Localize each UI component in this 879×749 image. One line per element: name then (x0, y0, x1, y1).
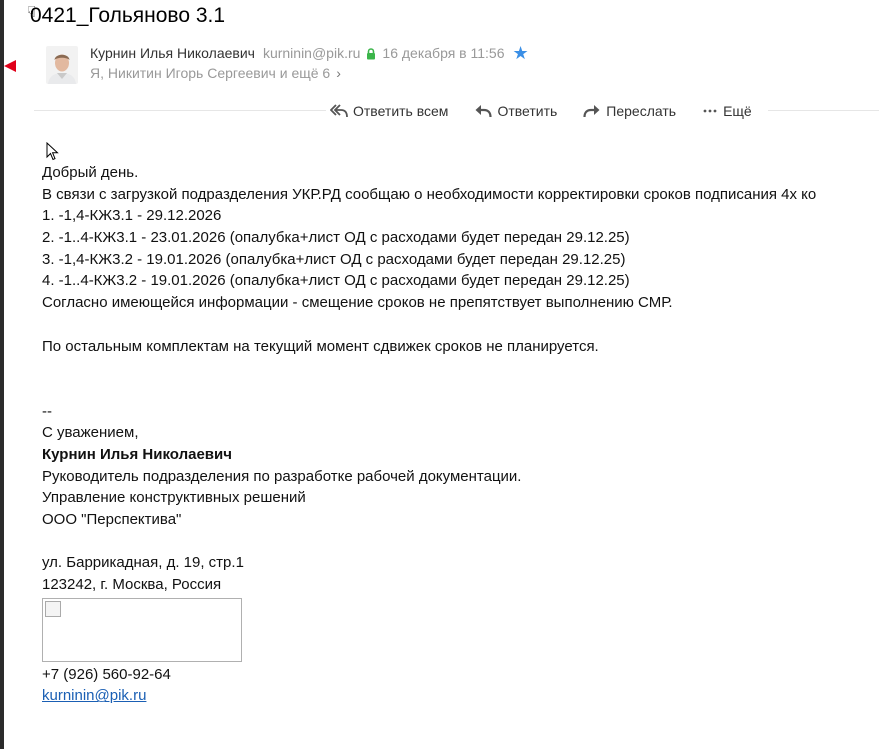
more-icon (703, 109, 717, 113)
list-item: 3. -1,4-КЖ3.2 - 19.01.2026 (опалубка+лис… (42, 250, 626, 268)
reply-all-button[interactable]: Ответить всем (330, 103, 448, 119)
list-item: 4. -1..4-КЖ3.2 - 19.01.2026 (опалубка+ли… (42, 272, 630, 290)
lock-icon (366, 47, 376, 60)
greeting-text: Добрый день. (42, 164, 139, 181)
signature-company: ООО "Перспектива" (42, 511, 182, 528)
reply-button[interactable]: Ответить (474, 103, 557, 119)
signature-regards: С уважением, (42, 424, 139, 442)
avatar[interactable] (46, 46, 78, 84)
reply-label: Ответить (497, 103, 558, 119)
signature-email-link[interactable]: kurninin@pik.ru (42, 687, 146, 704)
forward-button[interactable]: Переслать (583, 103, 676, 119)
important-flag-icon[interactable] (4, 60, 16, 72)
sender-name[interactable]: Курнин Илья Николаевич (90, 45, 255, 61)
signature-separator: -- (42, 402, 52, 420)
message-body: Добрый день. В связи с загрузкой подразд… (42, 162, 816, 707)
more-label: Ещё (723, 103, 752, 119)
message-subject: 0421_Гольяново 3.1 (30, 4, 226, 27)
signature-department: Управление конструктивных решений (42, 489, 306, 507)
signature-phone: +7 (926) 560-92-64 (42, 665, 171, 683)
signature-position: Руководитель подразделения по разработке… (42, 467, 522, 485)
message-toolbar: Ответить всем Ответить Переслать Ещё (330, 100, 752, 122)
toolbar-divider-right (768, 110, 879, 111)
list-item: 2. -1..4-КЖ3.1 - 23.01.2026 (опалубка+ли… (42, 229, 630, 247)
recipients-toggle[interactable]: Я, Никитин Игорь Сергеевич и ещё 6 › (90, 65, 341, 81)
reply-icon (475, 105, 493, 118)
reply-all-label: Ответить всем (353, 103, 449, 119)
signature-address-line2: 123242, г. Москва, Россия (42, 576, 222, 594)
toolbar-divider-left (34, 110, 326, 111)
other-text: По остальным комплектам на текущий момен… (42, 337, 599, 355)
sender-email[interactable]: kurninin@pik.ru (263, 45, 360, 61)
sender-line: Курнин Илья Николаевич kurninin@pik.ru 1… (90, 44, 529, 62)
recipients-text: Я, Никитин Игорь Сергеевич и ещё 6 (90, 65, 331, 81)
broken-image-icon (45, 600, 61, 617)
note-text: Согласно имеющейся информации - смещение… (42, 294, 673, 312)
signature-name: Курнин Илья Николаевич (42, 445, 232, 463)
reply-all-icon (330, 104, 348, 118)
signature-address-line1: ул. Баррикадная, д. 19, стр.1 (42, 554, 244, 572)
list-item: 1. -1,4-КЖ3.1 - 29.12.2026 (42, 207, 222, 225)
message-date: 16 декабря в 11:56 (382, 45, 505, 61)
window-left-edge (0, 0, 4, 749)
star-icon[interactable]: ★ (513, 44, 529, 62)
chevron-right-icon: › (336, 65, 341, 81)
more-button[interactable]: Ещё (702, 103, 752, 119)
forward-icon (583, 105, 600, 118)
mouse-pointer-icon (46, 142, 59, 161)
signature-image (42, 597, 242, 662)
intro-text: В связи с загрузкой подразделения УКР.РД… (42, 185, 817, 203)
forward-label: Переслать (606, 103, 677, 119)
